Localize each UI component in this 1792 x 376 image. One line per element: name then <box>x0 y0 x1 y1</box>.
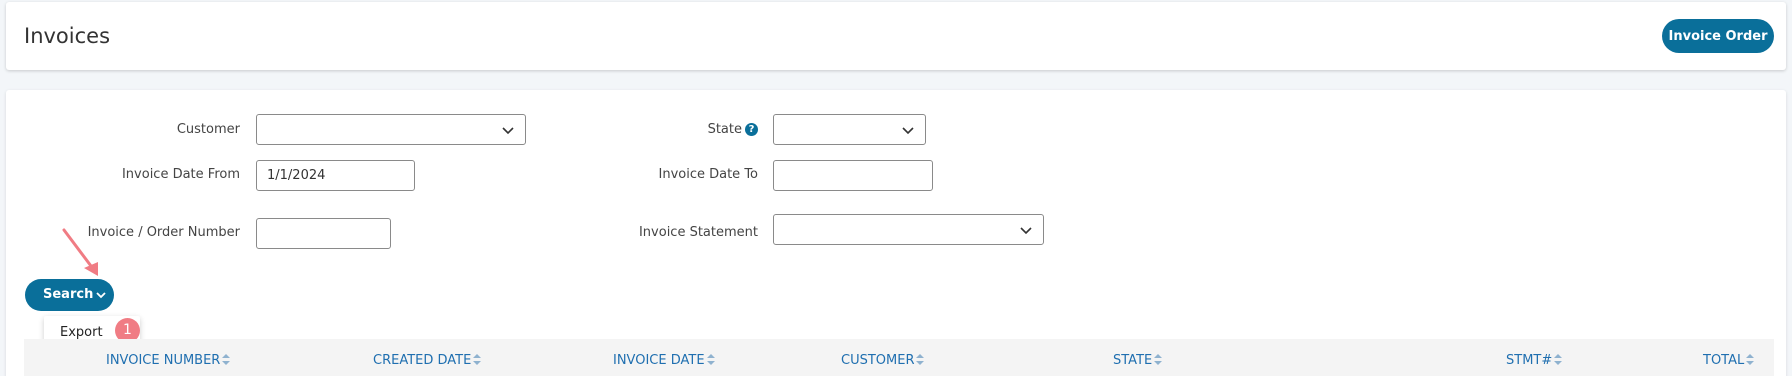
sort-icon <box>916 354 925 365</box>
filter-panel: Customer State? Invoice Date From Invoic… <box>6 90 1786 376</box>
sort-icon <box>1746 354 1755 365</box>
page-title: Invoices <box>24 24 111 48</box>
customer-label: Customer <box>176 122 240 137</box>
column-label: INVOICE NUMBER <box>106 353 221 368</box>
column-label: TOTAL <box>1703 353 1745 368</box>
invoice-date-from-field[interactable] <box>256 160 415 191</box>
chevron-down-icon <box>502 127 514 135</box>
state-label-text: State <box>707 122 742 137</box>
invoice-date-to-field[interactable] <box>773 160 933 191</box>
column-header-invoice-date[interactable]: INVOICE DATE <box>613 353 715 368</box>
chevron-down-icon <box>902 127 914 135</box>
sort-icon <box>473 354 482 365</box>
table-header: INVOICE NUMBER CREATED DATE INVOICE DATE… <box>24 339 1774 376</box>
column-label: STATE <box>1113 353 1153 368</box>
invoice-date-from-input[interactable] <box>257 161 414 190</box>
invoice-order-number-field[interactable] <box>256 218 391 249</box>
invoice-statement-select[interactable] <box>773 214 1044 245</box>
sort-icon <box>222 354 231 365</box>
page-header: Invoices Invoice Order <box>6 2 1786 70</box>
column-header-customer[interactable]: CUSTOMER <box>841 353 925 368</box>
search-button[interactable]: Search <box>25 279 114 311</box>
invoice-statement-label: Invoice Statement <box>638 225 758 240</box>
invoice-date-to-input[interactable] <box>774 161 932 190</box>
state-label: State? <box>708 122 758 137</box>
sort-icon <box>706 354 715 365</box>
invoice-order-button[interactable]: Invoice Order <box>1662 19 1774 53</box>
invoice-date-from-label: Invoice Date From <box>121 167 240 182</box>
column-label: INVOICE DATE <box>613 353 705 368</box>
state-select[interactable] <box>773 114 926 145</box>
column-label: CUSTOMER <box>841 353 915 368</box>
chevron-down-icon[interactable] <box>94 288 108 302</box>
customer-select[interactable] <box>256 114 526 145</box>
invoice-order-number-input[interactable] <box>257 219 390 248</box>
invoice-order-number-label: Invoice / Order Number <box>87 225 240 240</box>
column-header-created-date[interactable]: CREATED DATE <box>373 353 482 368</box>
chevron-down-icon <box>1020 227 1032 235</box>
invoice-date-to-label: Invoice Date To <box>658 167 759 182</box>
search-button-label: Search <box>43 287 94 302</box>
column-label: STMT# <box>1506 353 1553 368</box>
column-header-invoice-number[interactable]: INVOICE NUMBER <box>106 353 231 368</box>
column-header-stmt[interactable]: STMT# <box>1506 353 1563 368</box>
column-label: CREATED DATE <box>373 353 472 368</box>
annotation-arrow-icon <box>62 228 98 276</box>
column-header-state[interactable]: STATE <box>1113 353 1163 368</box>
column-header-total[interactable]: TOTAL <box>1703 353 1755 368</box>
sort-icon <box>1154 354 1163 365</box>
export-menu-item[interactable]: Export <box>60 325 103 340</box>
help-icon[interactable]: ? <box>745 123 758 136</box>
sort-icon <box>1554 354 1563 365</box>
